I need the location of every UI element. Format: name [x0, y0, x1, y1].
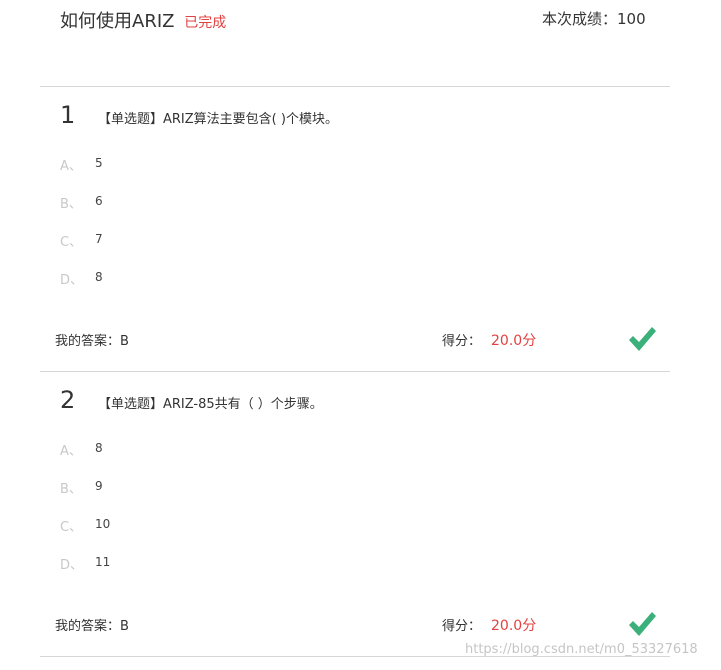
watermark: https://blog.csdn.net/m0_53327618 — [465, 642, 698, 657]
question-number: 1 — [60, 101, 76, 129]
title-text: 如何使用ARIZ — [60, 11, 175, 32]
option-text: 6 — [95, 194, 103, 208]
option-letter: C、 — [60, 235, 83, 250]
option-text: 11 — [95, 555, 111, 569]
status-badge: 已完成 — [184, 15, 227, 31]
total-score: 本次成绩：100 — [542, 10, 646, 28]
my-answer: 我的答案：B — [55, 334, 129, 349]
option-letter: D、 — [60, 558, 84, 573]
option-letter: B、 — [60, 197, 82, 212]
option-text: 7 — [95, 232, 103, 246]
option-text: 8 — [95, 270, 103, 284]
page-title: 如何使用ARIZ 已完成 — [60, 7, 226, 33]
question-card: 1 【单选题】ARIZ算法主要包含( )个模块。 A、 5 B、 6 C、 7 … — [0, 87, 721, 372]
option-letter: D、 — [60, 273, 84, 288]
option-letter: C、 — [60, 520, 83, 535]
score-label: 得分： — [442, 334, 482, 349]
checkmark-icon — [629, 612, 656, 636]
option-letter: B、 — [60, 482, 82, 497]
question-score: 得分： 20.0分 — [442, 330, 536, 350]
my-answer: 我的答案：B — [55, 619, 129, 634]
option-text: 9 — [95, 479, 103, 493]
question-number: 2 — [60, 386, 76, 414]
option-text: 5 — [95, 156, 103, 170]
score-value: 20.0分 — [491, 618, 537, 634]
question-score: 得分： 20.0分 — [442, 615, 536, 635]
checkmark-icon — [629, 327, 656, 351]
score-value: 20.0分 — [491, 333, 537, 349]
option-text: 8 — [95, 441, 103, 455]
score-label: 得分： — [442, 619, 482, 634]
question-card: 2 【单选题】ARIZ-85共有（ ）个步骤。 A、 8 B、 9 C、 10 … — [0, 372, 721, 657]
question-text: 【单选题】ARIZ算法主要包含( )个模块。 — [98, 112, 338, 127]
option-letter: A、 — [60, 444, 82, 459]
question-text: 【单选题】ARIZ-85共有（ ）个步骤。 — [98, 397, 323, 412]
option-letter: A、 — [60, 159, 82, 174]
option-text: 10 — [95, 517, 111, 531]
page-header: 如何使用ARIZ 已完成 本次成绩：100 — [0, 0, 721, 86]
